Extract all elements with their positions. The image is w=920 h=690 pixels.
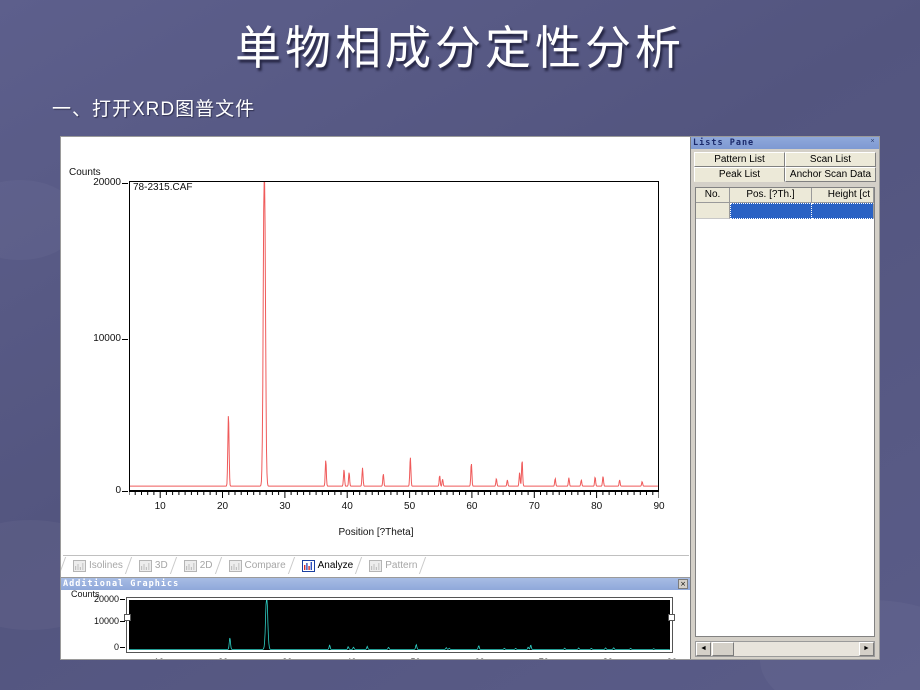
tab-label: Isolines <box>89 560 123 571</box>
grid-2d-icon <box>183 559 197 572</box>
column-header-no[interactable]: No. <box>696 188 730 202</box>
isolines-icon <box>73 559 86 572</box>
peak-list-header: No. Pos. [?Th.] Height [ct <box>696 188 874 203</box>
view-tab-strip[interactable]: Isolines 3D 2D Compare Analyze Pattern <box>61 555 689 575</box>
x-tick-90: 90 <box>653 501 665 512</box>
range-handle-right[interactable] <box>668 614 675 621</box>
y-tick-20000: 20000 <box>63 177 128 188</box>
compare-chart-icon <box>228 559 242 572</box>
ag-x-tick-40: 40 <box>346 657 356 659</box>
x-axis-ticks <box>129 491 659 499</box>
ag-y-tick-20000: 20000 <box>69 594 125 604</box>
scroll-right-arrow-icon[interactable]: ► <box>859 642 874 656</box>
x-tick-80: 80 <box>591 501 603 512</box>
slide-subtitle: 一、打开XRD图普文件 <box>52 99 256 120</box>
tab-peak-list[interactable]: Peak List <box>694 167 785 182</box>
scan-name-label: 78-2315.CAF <box>133 182 193 193</box>
x-tick-50: 50 <box>404 501 416 512</box>
pattern-icon <box>369 559 383 572</box>
lists-pane-title: Lists Pane <box>693 138 755 148</box>
tab-pattern[interactable]: Pattern <box>366 557 423 574</box>
analyze-chart-icon <box>301 559 315 572</box>
x-tick-30: 30 <box>279 501 291 512</box>
tab-pattern-list[interactable]: Pattern List <box>694 152 785 167</box>
x-tick-10: 10 <box>154 501 166 512</box>
cell-pos[interactable] <box>730 203 812 219</box>
range-handle-left[interactable] <box>124 614 131 621</box>
tab-analyze[interactable]: Analyze <box>299 557 360 574</box>
lists-pane-tabs: Pattern List Scan List Peak List Anchor Sc… <box>691 149 879 182</box>
xrd-plot[interactable] <box>129 181 659 491</box>
x-tick-60: 60 <box>466 501 478 512</box>
ag-x-tick-60: 60 <box>475 657 485 659</box>
cube-3d-icon <box>138 559 152 572</box>
scroll-left-arrow-icon[interactable]: ◄ <box>696 642 711 656</box>
tab-3d[interactable]: 3D <box>136 557 174 574</box>
ag-x-tick-30: 30 <box>282 657 292 659</box>
additional-graphics-title: Additional Graphics <box>63 579 180 589</box>
lists-pane-tab-row-2: Peak List Anchor Scan Data <box>694 167 876 182</box>
tab-label: Pattern <box>385 560 418 571</box>
tab-isolines[interactable]: Isolines <box>70 557 129 574</box>
x-tick-20: 20 <box>216 501 229 512</box>
x-tick-40: 40 <box>341 501 353 512</box>
close-icon[interactable]: × <box>868 138 877 147</box>
ag-x-axis-ticks: 10 20 30 40 50 60 70 80 90 <box>127 654 677 659</box>
ag-x-tick-70: 70 <box>539 657 549 659</box>
ag-x-tick-80: 80 <box>603 657 613 659</box>
cell-height[interactable] <box>812 203 874 219</box>
additional-graphics-titlebar[interactable]: Additional Graphics × <box>61 578 690 590</box>
lists-pane-titlebar[interactable]: Lists Pane × <box>691 137 879 149</box>
column-header-height[interactable]: Height [ct <box>812 188 874 202</box>
ag-y-tick-10000: 10000 <box>69 616 125 626</box>
lists-pane: Lists Pane × Pattern List Scan List Peak … <box>690 137 879 659</box>
additional-graphics-panel: Additional Graphics × Counts 20000 10000… <box>61 577 690 659</box>
tab-anchor-scan-data[interactable]: Anchor Scan Data <box>785 167 876 182</box>
peak-list-grid[interactable]: No. Pos. [?Th.] Height [ct <box>695 187 875 637</box>
cell-no[interactable] <box>696 203 730 219</box>
application-window: Counts 20000 10000 0 78-2315.CAF 10 20 30 4… <box>60 136 880 660</box>
close-icon[interactable]: × <box>678 579 688 589</box>
ag-x-tick-20: 20 <box>218 657 228 659</box>
x-axis-label: Position [?Theta] <box>338 527 414 538</box>
tab-label: Analyze <box>317 560 354 571</box>
column-header-pos[interactable]: Pos. [?Th.] <box>730 188 812 202</box>
tab-2d[interactable]: 2D <box>181 557 219 574</box>
y-tick-10000: 10000 <box>63 333 128 344</box>
tab-label: 2D <box>199 560 213 571</box>
y-tick-0: 0 <box>63 485 128 496</box>
additional-graphics-body: Counts 20000 10000 0 102030405060708090 <box>61 589 690 659</box>
ag-x-tick-90: 90 <box>667 657 677 659</box>
tab-scan-list[interactable]: Scan List <box>785 152 876 167</box>
horizontal-scrollbar[interactable]: ◄ ► <box>695 641 875 657</box>
additional-graphics-plot[interactable] <box>126 597 673 653</box>
ag-y-tick-0: 0 <box>69 642 125 652</box>
graph-area: Counts 20000 10000 0 78-2315.CAF 10 20 30 4… <box>61 137 691 659</box>
scrollbar-thumb[interactable] <box>712 642 734 656</box>
ag-x-tick-10: 10 <box>154 657 164 659</box>
table-row[interactable] <box>696 203 874 219</box>
ag-x-tick-50: 50 <box>411 657 421 659</box>
lists-pane-tab-row-1: Pattern List Scan List <box>694 152 876 167</box>
page-title: 单物相成分定性分析 <box>235 21 685 75</box>
tab-label: Compare <box>244 560 286 571</box>
tab-label: 3D <box>154 560 168 571</box>
tab-compare[interactable]: Compare <box>226 557 292 574</box>
x-tick-70: 70 <box>528 501 540 512</box>
